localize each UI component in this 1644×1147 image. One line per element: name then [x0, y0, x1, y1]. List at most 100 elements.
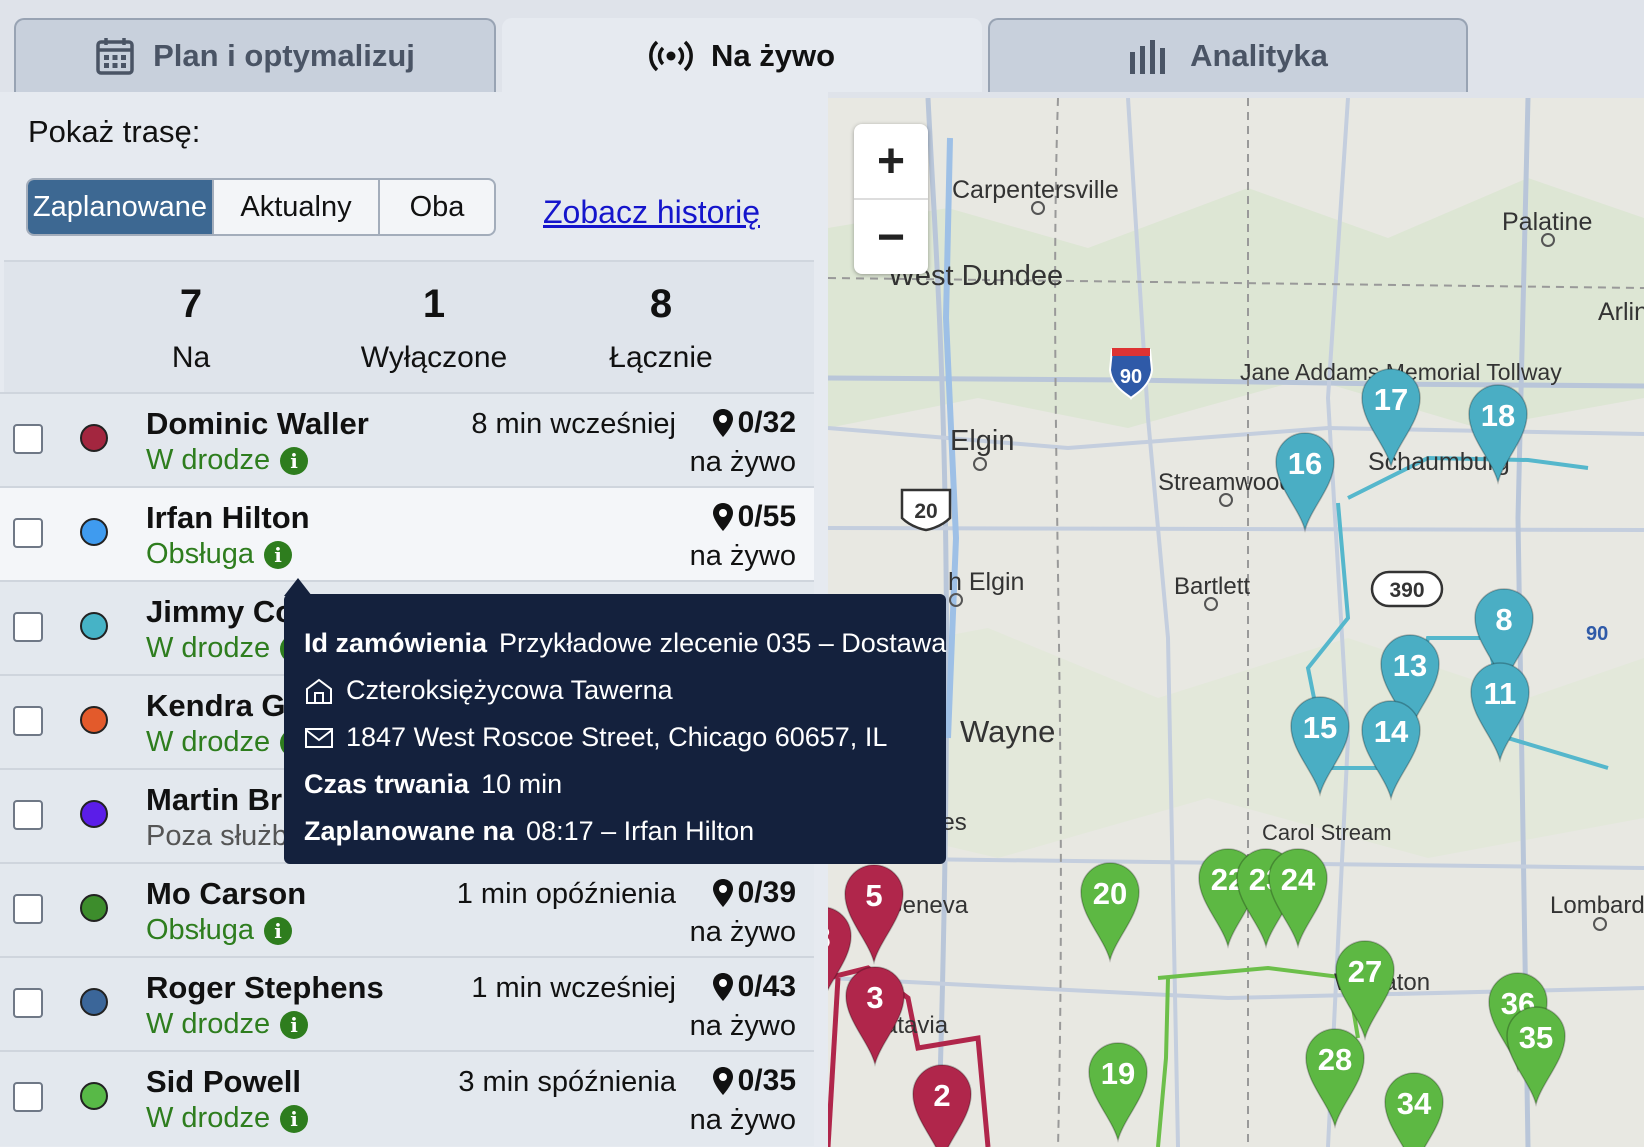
route-stop-number: 19: [1101, 1056, 1135, 1091]
driver-progress: 0/43: [712, 970, 796, 1004]
svg-text:Wayne: Wayne: [960, 714, 1055, 749]
svg-text:Streamwood: Streamwood: [1158, 469, 1293, 496]
svg-text:Arlin: Arlin: [1598, 298, 1644, 326]
route-stop-number: 15: [1303, 710, 1337, 745]
driver-checkbox[interactable]: [13, 518, 43, 548]
map-canvas: Carpentersville Palatine West Dundee Arl…: [828, 98, 1644, 1147]
info-icon[interactable]: i: [280, 446, 309, 475]
stat-off: 1 Wyłączone: [324, 262, 544, 375]
tab-plan-label: Plan i optymalizuj: [153, 38, 415, 73]
driver-checkbox[interactable]: [13, 988, 43, 1018]
tooltip-duration-label: Czas trwania: [304, 769, 470, 799]
driver-color-dot: [80, 988, 108, 1016]
zoom-out-button[interactable]: −: [854, 200, 928, 274]
route-stop-number: 28: [1318, 1042, 1352, 1077]
driver-checkbox[interactable]: [13, 800, 43, 830]
driver-color-dot: [80, 612, 108, 640]
tooltip-order-label: Id zamówienia: [304, 628, 488, 658]
tooltip-arrow: [284, 578, 312, 596]
driver-status: W drodze i: [146, 1102, 309, 1135]
route-stop-number: 24: [1281, 862, 1316, 897]
route-stop-number: 8: [1495, 602, 1512, 637]
driver-name: Martin Br: [146, 782, 283, 817]
driver-status-label: W drodze: [146, 444, 271, 476]
info-icon[interactable]: i: [264, 540, 293, 569]
route-toggle: Zaplanowane Aktualny Oba: [26, 178, 496, 236]
svg-text:90: 90: [1586, 623, 1608, 645]
driver-eta: 1 min opóźnienia: [456, 878, 676, 910]
driver-color-dot: [80, 1082, 108, 1110]
route-option-actual[interactable]: Aktualny: [214, 180, 380, 234]
bar-chart-icon: [1130, 40, 1166, 74]
tab-bar: Plan i optymalizuj Na żywo Analityka: [0, 0, 1644, 92]
tooltip-place-line: Czteroksiężycowa Tawerna: [304, 667, 926, 714]
driver-live-label: na żywo: [689, 916, 796, 948]
map[interactable]: Carpentersville Palatine West Dundee Arl…: [828, 98, 1644, 1147]
svg-text:Elgin: Elgin: [950, 425, 1015, 457]
map-pin-icon: [712, 503, 733, 531]
map-pin-icon: [712, 879, 733, 907]
driver-status: W drodze i: [146, 444, 309, 477]
driver-color-dot: [80, 706, 108, 734]
driver-progress: 0/35: [712, 1064, 796, 1098]
route-stop-number: 27: [1348, 954, 1382, 989]
svg-text:390: 390: [1389, 579, 1424, 602]
driver-row[interactable]: Dominic Waller W drodze i 8 min wcześniej 0/…: [0, 392, 814, 488]
stat-off-label: Wyłączone: [360, 341, 508, 374]
route-stop-number: 35: [1519, 1020, 1553, 1055]
route-option-both[interactable]: Oba: [380, 180, 494, 234]
driver-checkbox[interactable]: [13, 424, 43, 454]
tab-analytics[interactable]: Analityka: [988, 18, 1468, 92]
driver-status: Obsługa i: [146, 538, 293, 571]
envelope-icon: [305, 727, 333, 748]
driver-row[interactable]: Mo Carson Obsługa i 1 min opóźnienia 0/39 na …: [0, 862, 814, 958]
tooltip-address: 1847 West Roscoe Street, Chicago 60657, …: [346, 722, 888, 752]
driver-row[interactable]: Irfan Hilton Obsługa i 0/55 na żywo: [0, 486, 814, 582]
zoom-in-button[interactable]: +: [854, 124, 928, 200]
driver-color-dot: [80, 518, 108, 546]
svg-text:h Elgin: h Elgin: [948, 568, 1024, 596]
tooltip-scheduled-label: Zaplanowane na: [304, 816, 515, 846]
info-icon[interactable]: i: [280, 1104, 309, 1133]
history-link[interactable]: Zobacz historię: [543, 194, 760, 231]
stat-on-value: 7: [179, 282, 203, 326]
driver-name: Mo Carson: [146, 876, 307, 911]
tooltip-scheduled-line: Zaplanowane na 08:17 – Irfan Hilton: [304, 808, 926, 855]
building-icon: [306, 678, 332, 704]
tab-plan[interactable]: Plan i optymalizuj: [14, 18, 496, 92]
driver-status-label: Obsługa: [146, 538, 255, 570]
route-option-planned[interactable]: Zaplanowane: [28, 180, 214, 234]
broadcast-icon: [649, 40, 693, 72]
driver-eta: 3 min spóźnienia: [458, 1066, 676, 1098]
driver-progress-value: 0/39: [737, 876, 796, 909]
map-pin-icon: [712, 973, 733, 1001]
svg-text:Palatine: Palatine: [1502, 208, 1592, 236]
driver-checkbox[interactable]: [13, 894, 43, 924]
driver-status-label: Obsługa: [146, 914, 255, 946]
stat-off-value: 1: [422, 282, 446, 326]
svg-text:Carol Stream: Carol Stream: [1262, 820, 1392, 845]
driver-checkbox[interactable]: [13, 1082, 43, 1112]
tooltip-place: Czteroksiężycowa Tawerna: [346, 675, 673, 705]
tab-live[interactable]: Na żywo: [502, 18, 982, 92]
route-stop-number: 5: [865, 878, 882, 913]
driver-row[interactable]: Sid Powell W drodze i 3 min spóźnienia 0/35 n…: [0, 1050, 814, 1146]
driver-status-label: W drodze: [146, 1008, 271, 1040]
zoom-control: + −: [854, 124, 928, 274]
route-stop-number: 13: [1393, 648, 1427, 683]
info-icon[interactable]: i: [264, 916, 293, 945]
driver-checkbox[interactable]: [13, 706, 43, 736]
driver-name: Roger Stephens: [146, 970, 384, 1005]
driver-status-label: W drodze: [146, 632, 271, 664]
stat-on: 7 Na: [81, 262, 301, 375]
info-icon[interactable]: i: [280, 1010, 309, 1039]
driver-status-label: Poza służbą: [146, 820, 304, 852]
route-label: Pokaż trasę:: [28, 114, 201, 149]
driver-row[interactable]: Roger Stephens W drodze i 1 min wcześniej 0/…: [0, 956, 814, 1052]
driver-progress-value: 0/35: [737, 1064, 796, 1097]
driver-checkbox[interactable]: [13, 612, 43, 642]
driver-live-label: na żywo: [689, 446, 796, 478]
tooltip-order-value: Przykładowe zlecenie 035 – Dostawa: [499, 628, 947, 658]
route-stop-number: 11: [1484, 676, 1517, 711]
stat-on-label: Na: [171, 341, 211, 374]
